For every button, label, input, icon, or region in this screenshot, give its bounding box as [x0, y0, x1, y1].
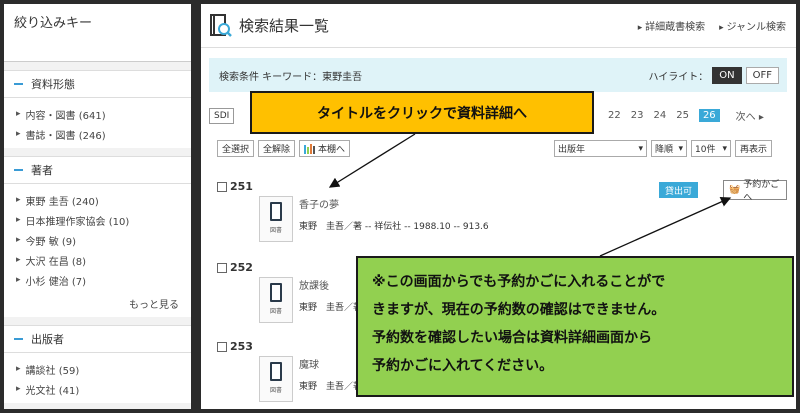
add-to-shelf-button[interactable]: 本棚へ: [299, 140, 351, 157]
search-condition-text: 検索条件 キーワード：東野圭吾: [219, 71, 363, 83]
book-icon: [270, 362, 282, 381]
result-number: 253: [230, 340, 253, 353]
highlight-on-button[interactable]: ON: [712, 66, 742, 84]
filter-item[interactable]: 講談社 (59): [16, 359, 191, 379]
result-title-link[interactable]: 放課後: [299, 277, 362, 292]
genre-search-link[interactable]: ジャンル検索: [719, 18, 787, 33]
chevron-down-icon: ▾: [678, 143, 683, 154]
result-meta: 東野 圭吾／著: [299, 382, 363, 392]
book-icon: [270, 283, 282, 302]
minus-icon: [14, 169, 23, 171]
callout-title-click: タイトルをクリックで資料詳細へ: [250, 91, 594, 134]
book-thumbnail[interactable]: 図書: [259, 356, 293, 402]
next-page-link[interactable]: 次へ ▸: [736, 108, 764, 123]
page-link[interactable]: 24: [653, 110, 666, 121]
chevron-down-icon: ▾: [638, 143, 643, 154]
filter-item[interactable]: 大沢 在昌 (8): [16, 250, 191, 270]
page-link[interactable]: 22: [608, 110, 621, 121]
basket-icon: 🧺: [729, 185, 741, 195]
book-search-icon: [210, 13, 232, 37]
filter-panel: 絞り込みキー 資料形態 内容・図書 (641) 書誌・図書 (246) 著者 東…: [4, 4, 191, 409]
filter-section-author: 著者 東野 圭吾 (240) 日本推理作家協会 (10) 今野 敏 (9) 大沢…: [4, 156, 191, 317]
sort-order-select[interactable]: 降順 ▾: [651, 140, 687, 157]
page-link[interactable]: 25: [676, 110, 689, 121]
result-toolbar: 全選択 全解除 本棚へ: [217, 140, 351, 157]
chevron-down-icon: ▾: [722, 143, 727, 154]
bookshelf-icon: [304, 143, 316, 154]
filter-item[interactable]: 東野 圭吾 (240): [16, 190, 191, 210]
section-title[interactable]: 資料形態: [4, 71, 191, 98]
deselect-all-button[interactable]: 全解除: [258, 140, 296, 157]
filter-item[interactable]: 小杉 健治 (7): [16, 270, 191, 290]
result-title-link[interactable]: 香子の夢: [299, 196, 489, 211]
result-checkbox[interactable]: [217, 181, 227, 192]
section-title[interactable]: 出版者: [4, 326, 191, 353]
result-item: 251 図書 香子の夢 東野 圭吾／著 -- 祥伝社 -- 1988.10 --…: [217, 180, 787, 242]
book-icon: [270, 202, 282, 221]
filter-item[interactable]: 内容・図書 (641): [16, 104, 191, 124]
filter-item[interactable]: 光文社 (41): [16, 379, 191, 399]
more-link[interactable]: もっと見る: [4, 294, 191, 317]
select-all-button[interactable]: 全選択: [217, 140, 255, 157]
filter-title: 絞り込みキー: [4, 4, 191, 62]
filter-section-publisher: 出版者 講談社 (59) 光文社 (41): [4, 325, 191, 403]
results-header: 検索結果一覧 詳細蔵書検索 ジャンル検索: [201, 4, 796, 48]
result-meta: 東野 圭吾／著: [299, 303, 363, 313]
filter-item[interactable]: 日本推理作家協会 (10): [16, 210, 191, 230]
result-meta: 東野 圭吾／著 -- 祥伝社 -- 1988.10 -- 913.6: [299, 222, 489, 232]
result-checkbox[interactable]: [217, 262, 227, 273]
highlight-off-button[interactable]: OFF: [745, 66, 779, 84]
status-badge: 貸出可: [659, 182, 699, 198]
page-link[interactable]: 23: [631, 110, 644, 121]
minus-icon: [14, 83, 23, 85]
book-thumbnail[interactable]: 図書: [259, 277, 293, 323]
result-title-link[interactable]: 魔球: [299, 356, 362, 371]
pagination: 22 23 24 25 26 次へ ▸: [608, 108, 764, 123]
callout-reservation-note: ※この画面からでも予約かごに入れることがで きますが、現在の予約数の確認はできま…: [356, 256, 794, 397]
filter-section-format: 資料形態 内容・図書 (641) 書誌・図書 (246): [4, 70, 191, 148]
result-number: 252: [230, 261, 253, 274]
highlight-label: ハイライト：: [648, 71, 709, 83]
section-title[interactable]: 著者: [4, 157, 191, 184]
result-checkbox[interactable]: [217, 341, 227, 352]
search-condition-bar: 検索条件 キーワード：東野圭吾 ハイライト： ON OFF: [209, 58, 787, 92]
redisplay-button[interactable]: 再表示: [735, 140, 773, 157]
sdi-button[interactable]: SDI: [209, 108, 235, 124]
result-number: 251: [230, 180, 253, 193]
minus-icon: [14, 338, 23, 340]
advanced-search-link[interactable]: 詳細蔵書検索: [638, 18, 705, 33]
current-page[interactable]: 26: [698, 109, 720, 122]
page-size-select[interactable]: 10件 ▾: [691, 140, 731, 157]
book-thumbnail[interactable]: 図書: [259, 196, 293, 242]
add-to-cart-button[interactable]: 🧺 予約かごへ: [723, 180, 787, 203]
page-title: 検索結果一覧: [239, 17, 330, 35]
filter-item[interactable]: 書誌・図書 (246): [16, 124, 191, 144]
sort-controls: 出版年 ▾ 降順 ▾ 10件 ▾ 再表示: [554, 140, 773, 157]
filter-item[interactable]: 今野 敏 (9): [16, 230, 191, 250]
sort-field-select[interactable]: 出版年 ▾: [554, 140, 647, 157]
